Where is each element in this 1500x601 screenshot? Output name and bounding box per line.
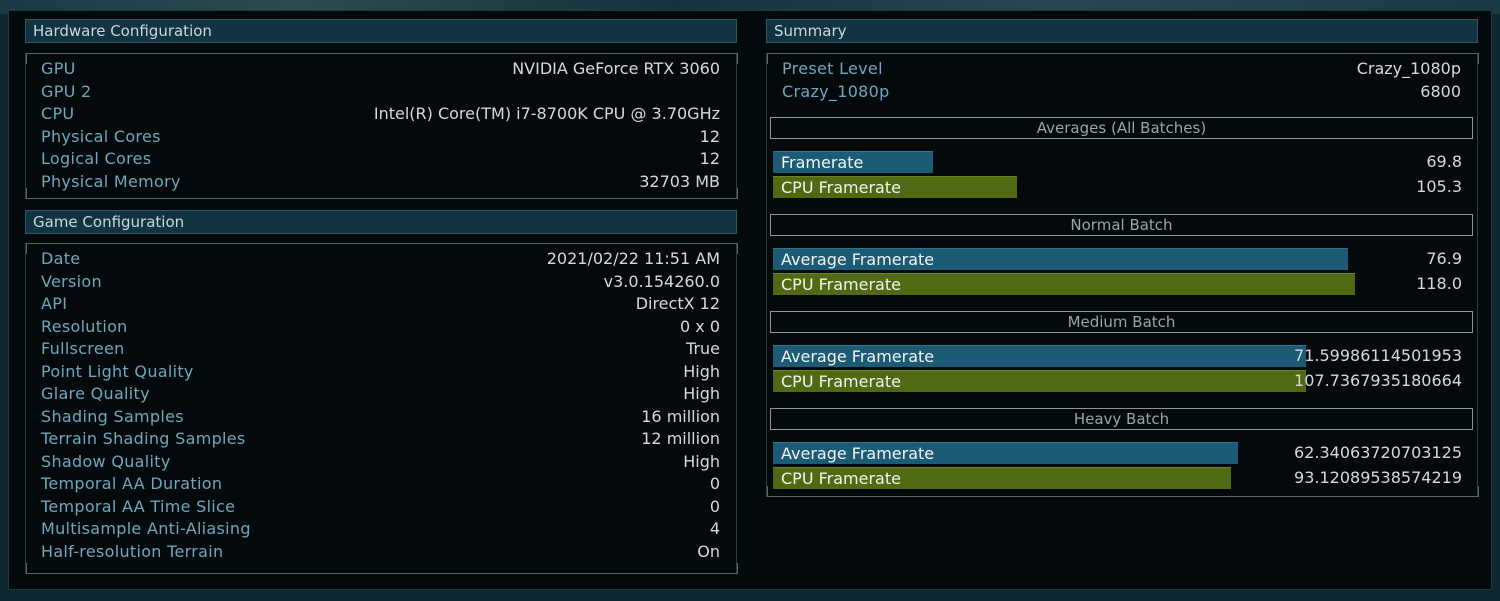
game-row-fullscreen: Fullscreen True — [26, 338, 736, 360]
normal-batch-cpu-framerate-value: 118.0 — [1416, 274, 1462, 293]
game-row-glare-quality: Glare Quality High — [26, 383, 736, 405]
batch-title-medium-batch: Medium Batch — [770, 311, 1473, 333]
game-value: 0 — [709, 496, 720, 516]
averages-all-batches-framerate-bar: Framerate — [773, 151, 933, 173]
hardware-value: 32703 MB — [639, 171, 720, 191]
game-config-header: Game Configuration — [25, 210, 737, 234]
summary-header: Summary — [766, 19, 1478, 43]
game-row-half-resolution-terrain: Half-resolution Terrain On — [26, 541, 736, 563]
game-row-temporal-aa-duration: Temporal AA Duration 0 — [26, 473, 736, 495]
hardware-value: Intel(R) Core(TM) i7-8700K CPU @ 3.70GHz — [373, 104, 720, 123]
hardware-value: NVIDIA GeForce RTX 3060 — [512, 59, 720, 78]
hardware-config-panel: GPU NVIDIA GeForce RTX 3060 GPU 2 CPU Intel(… — [25, 53, 738, 199]
hardware-row-physical-memory: Physical Memory 32703 MB — [26, 171, 736, 193]
game-value: 16 million — [641, 406, 720, 426]
heavy-batch-average-framerate-bar: Average Framerate — [773, 442, 1238, 464]
game-row-temporal-aa-time-slice: Temporal AA Time Slice 0 — [26, 496, 736, 518]
heavy-batch-average-framerate-value: 62.34063720703125 — [1294, 443, 1462, 462]
hardware-label: Logical Cores — [41, 149, 152, 168]
summary-value: 6800 — [1420, 81, 1461, 101]
game-value: High — [683, 361, 720, 381]
game-row-api: API DirectX 12 — [26, 293, 736, 315]
averages-all-batches-cpu-framerate-value: 105.3 — [1416, 177, 1462, 196]
game-value: High — [683, 384, 720, 403]
game-value: 0 — [709, 474, 720, 493]
medium-batch-average-framerate-value: 71.59986114501953 — [1294, 346, 1462, 365]
hardware-value: 12 — [699, 149, 720, 168]
game-label: Half-resolution Terrain — [41, 541, 224, 561]
normal-batch-average-framerate-bar: Average Framerate — [773, 248, 1348, 270]
summary-label: Crazy_1080p — [782, 81, 890, 101]
game-label: Shading Samples — [41, 406, 184, 426]
medium-batch-cpu-framerate-bar: CPU Framerate — [773, 370, 1306, 392]
game-row-version: Version v3.0.154260.0 — [26, 271, 736, 293]
normal-batch-average-framerate-value: 76.9 — [1426, 249, 1462, 268]
batch-title-heavy-batch: Heavy Batch — [770, 408, 1473, 430]
medium-batch-average-framerate-bar: Average Framerate — [773, 345, 1306, 367]
hardware-row-logical-cores: Logical Cores 12 — [26, 148, 736, 170]
game-label: Temporal AA Duration — [41, 474, 223, 493]
summary-label: Preset Level — [782, 59, 883, 78]
heavy-batch-cpu-framerate-bar: CPU Framerate — [773, 467, 1231, 489]
summary-value: Crazy_1080p — [1356, 59, 1461, 78]
game-value: v3.0.154260.0 — [603, 271, 720, 291]
game-label: Fullscreen — [41, 339, 125, 358]
averages-all-batches-framerate-value: 69.8 — [1426, 152, 1462, 171]
game-value: True — [686, 339, 720, 358]
batch-title-normal-batch: Normal Batch — [770, 214, 1473, 236]
batch-title-averages-all-batches: Averages (All Batches) — [770, 117, 1473, 139]
game-row-multisample-anti-aliasing: Multisample Anti-Aliasing 4 — [26, 518, 736, 540]
game-label: Point Light Quality — [41, 361, 194, 381]
game-row-shading-samples: Shading Samples 16 million — [26, 406, 736, 428]
game-value: DirectX 12 — [635, 294, 720, 313]
hardware-row-physical-cores: Physical Cores 12 — [26, 126, 736, 148]
hardware-config-header: Hardware Configuration — [25, 19, 737, 43]
game-config-panel: Date 2021/02/22 11:51 AM Version v3.0.15426… — [25, 243, 738, 574]
normal-batch-cpu-framerate-bar: CPU Framerate — [773, 273, 1355, 295]
game-label: API — [41, 294, 68, 313]
hardware-row-cpu: CPU Intel(R) Core(TM) i7-8700K CPU @ 3.70… — [26, 103, 736, 125]
game-value: 12 million — [641, 429, 720, 448]
heavy-batch-cpu-framerate-value: 93.12089538574219 — [1294, 468, 1462, 487]
game-value: On — [697, 541, 720, 561]
hardware-label: GPU — [41, 59, 76, 78]
hardware-label: CPU — [41, 104, 75, 123]
game-label: Resolution — [41, 316, 128, 336]
summary-row-crazy-1080p: Crazy_1080p 6800 — [767, 81, 1477, 103]
hardware-label: Physical Memory — [41, 171, 181, 191]
game-row-terrain-shading-samples: Terrain Shading Samples 12 million — [26, 428, 736, 450]
game-label: Temporal AA Time Slice — [41, 496, 236, 516]
hardware-label: GPU 2 — [41, 81, 92, 101]
hardware-row-gpu-2: GPU 2 — [26, 81, 736, 103]
game-label: Glare Quality — [41, 384, 150, 403]
game-label: Terrain Shading Samples — [41, 429, 246, 448]
game-label: Shadow Quality — [41, 451, 171, 471]
game-row-point-light-quality: Point Light Quality High — [26, 361, 736, 383]
game-value: 4 — [709, 519, 720, 538]
game-value: High — [683, 451, 720, 471]
medium-batch-cpu-framerate-value: 107.7367935180664 — [1294, 371, 1462, 390]
game-row-date: Date 2021/02/22 11:51 AM — [26, 248, 736, 270]
averages-all-batches-cpu-framerate-bar: CPU Framerate — [773, 176, 1017, 198]
game-row-shadow-quality: Shadow Quality High — [26, 451, 736, 473]
game-label: Multisample Anti-Aliasing — [41, 519, 251, 538]
game-label: Version — [41, 271, 102, 291]
game-label: Date — [41, 249, 81, 268]
game-row-resolution: Resolution 0 x 0 — [26, 316, 736, 338]
game-value: 2021/02/22 11:51 AM — [546, 249, 720, 268]
hardware-row-gpu: GPU NVIDIA GeForce RTX 3060 — [26, 58, 736, 80]
hardware-value: 12 — [699, 126, 720, 146]
hardware-label: Physical Cores — [41, 126, 161, 146]
game-value: 0 x 0 — [680, 316, 720, 336]
summary-row-preset-level: Preset Level Crazy_1080p — [767, 58, 1477, 80]
